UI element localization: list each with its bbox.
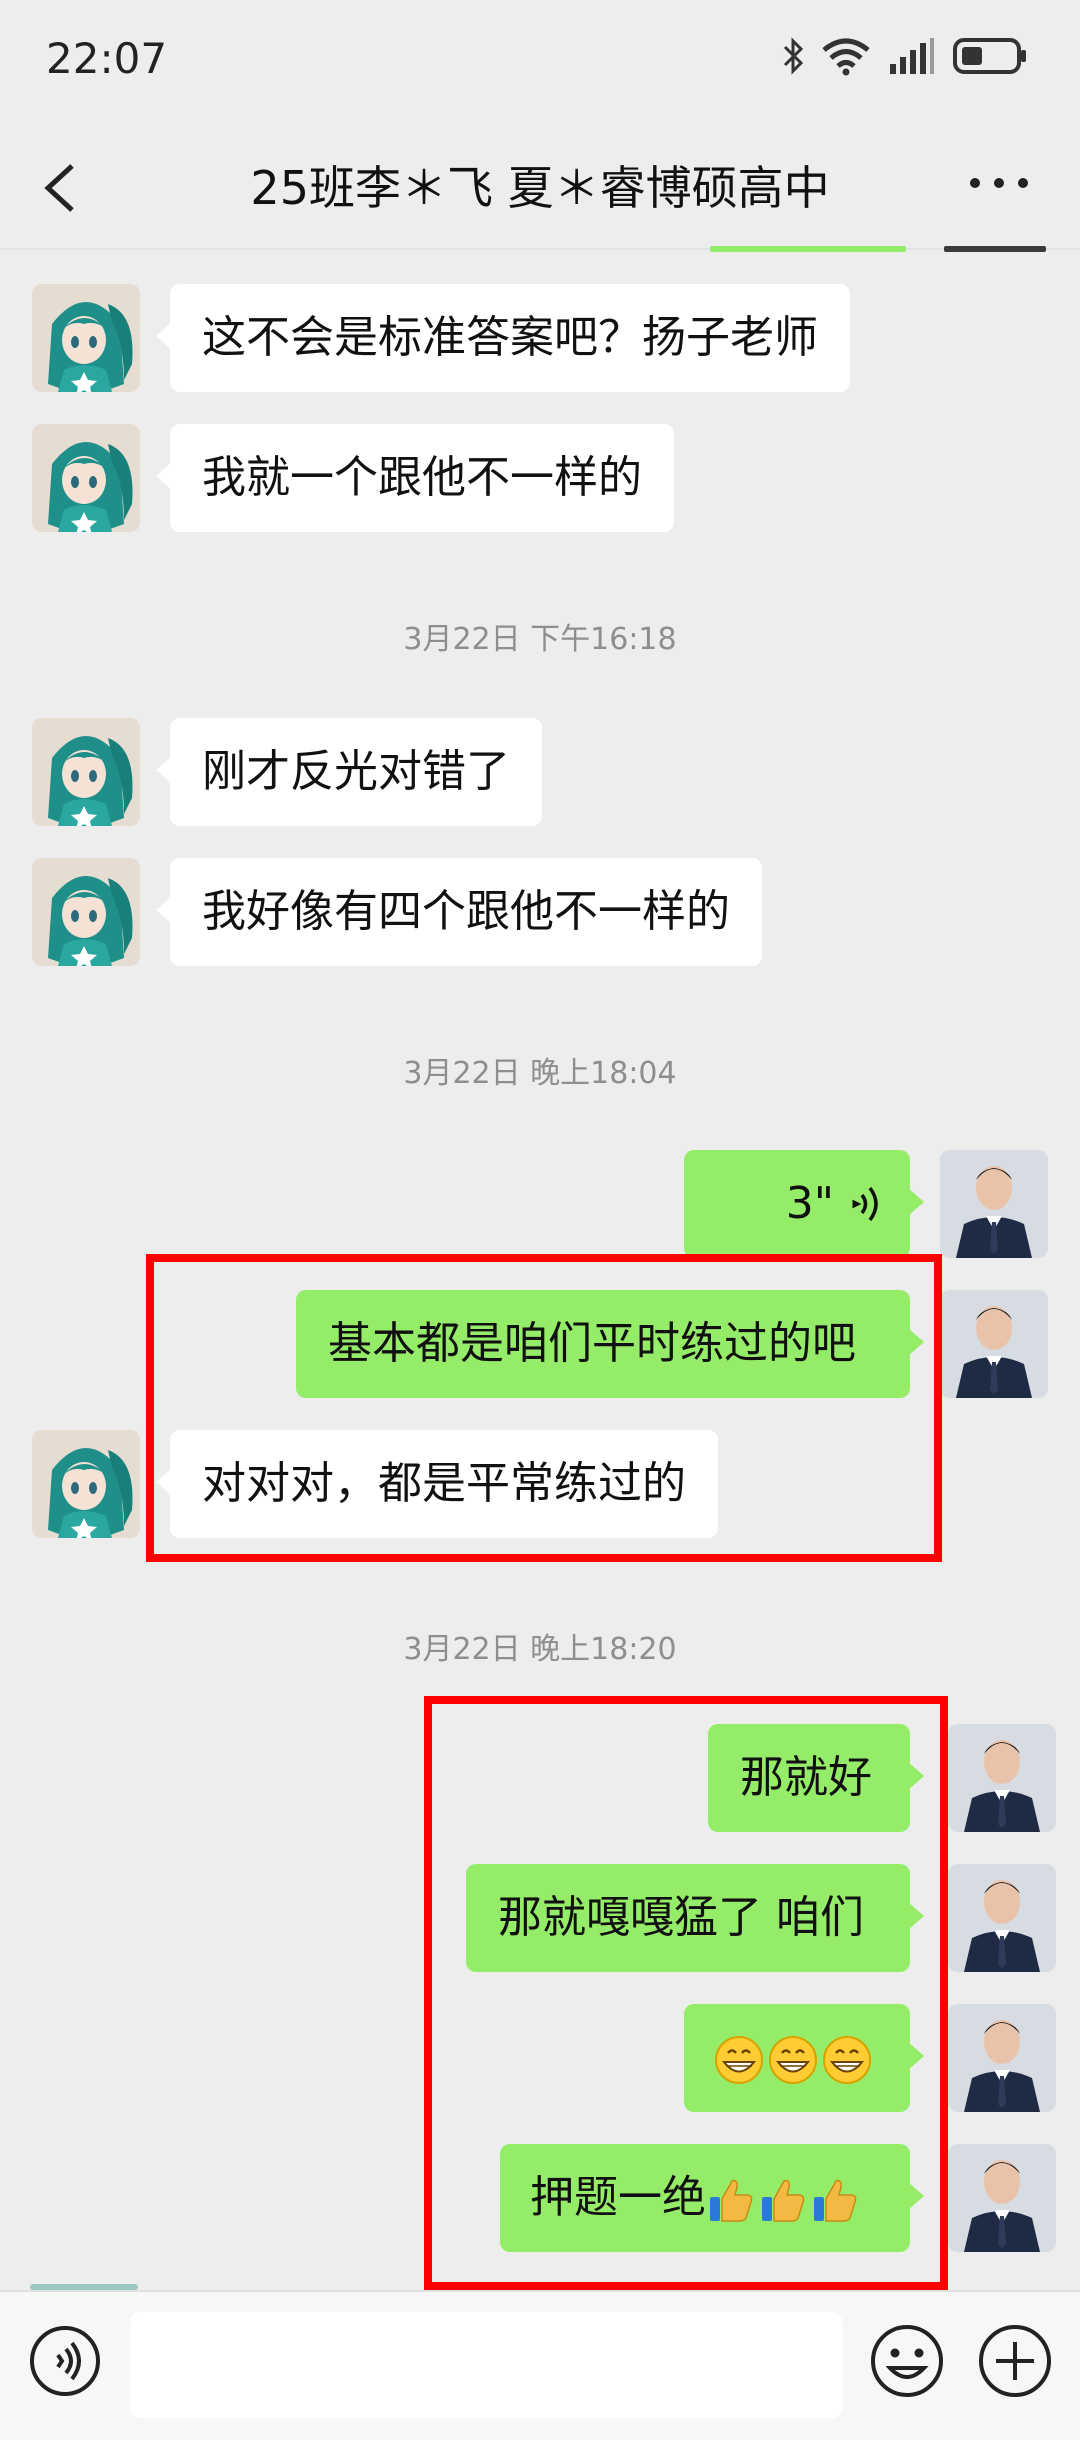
message-bubble-incoming[interactable]: 这不会是标准答案吧？扬子老师 [156,284,850,392]
message-timestamp: 3月22日 下午16:18 [403,622,677,657]
wifi-icon [822,38,870,76]
status-icons [782,36,1028,76]
message-timestamp: 3月22日 晚上18:04 [403,1056,677,1091]
smiley-icon [871,2325,943,2397]
self-avatar[interactable] [948,2004,1056,2112]
self-avatar[interactable] [948,2144,1056,2252]
chevron-left-icon [44,164,74,212]
message-bubble-outgoing[interactable]: 那就嘎嘎猛了 咱们 [466,1864,924,1972]
chat-header: 25班李＊飞 夏＊睿博硕高中 [0,120,1080,250]
message-timestamp: 3月22日 晚上18:20 [403,1632,677,1667]
plus-icon [979,2325,1051,2397]
message-bubble-incoming[interactable]: 刚才反光对错了 [156,718,542,826]
self-avatar[interactable] [948,1724,1056,1832]
grin-icon [768,2035,818,2085]
self-avatar[interactable] [940,1150,1048,1258]
status-bar: 22:07 [0,0,1080,120]
voice-duration: 3" [785,1178,834,1229]
sender-avatar[interactable] [32,858,140,966]
message-bubble-outgoing[interactable]: 那就好 [708,1724,924,1832]
sender-avatar[interactable] [32,1430,140,1538]
self-avatar[interactable] [948,1864,1056,1972]
thumbs-up-icon [758,2175,808,2225]
emoji-message-bubble[interactable] [684,2004,924,2112]
more-options-button[interactable] [970,178,1030,194]
thumbs-up-icon [810,2175,860,2225]
grin-icon [822,2035,872,2085]
sender-avatar[interactable] [32,284,140,392]
more-functions-button[interactable] [976,2322,1054,2400]
previous-avatar-edge [944,246,1046,252]
voice-mode-icon [30,2326,100,2396]
thumbs-up-icon [706,2175,756,2225]
grin-icon [714,2035,764,2085]
message-bubble-incoming[interactable]: 我好像有四个跟他不一样的 [156,858,762,966]
input-bar [0,2290,1080,2440]
message-input[interactable] [130,2312,842,2418]
message-text: 押题一绝 [530,2172,706,2223]
voice-wave-icon [852,1186,878,1222]
sender-avatar[interactable] [32,424,140,532]
bluetooth-icon [783,37,804,75]
back-button[interactable] [36,160,86,216]
header-divider [0,248,1080,250]
voice-input-button[interactable] [28,2324,102,2398]
sender-avatar[interactable] [32,718,140,826]
self-avatar[interactable] [940,1290,1048,1398]
chat-title: 25班李＊飞 夏＊睿博硕高中 [250,161,830,215]
message-bubble-outgoing[interactable]: 押题一绝 [500,2144,924,2252]
status-time: 22:07 [46,34,168,83]
emoji-button[interactable] [868,2322,946,2400]
message-bubble-incoming[interactable]: 我就一个跟他不一样的 [156,424,674,532]
message-bubble-incoming[interactable]: 对对对，都是平常练过的 [156,1430,718,1538]
signal-icon [890,38,934,74]
battery-icon [953,38,1026,74]
previous-bubble-edge [710,246,906,252]
voice-message-bubble[interactable]: 3" [684,1150,924,1258]
message-bubble-outgoing[interactable]: 基本都是咱们平时练过的吧 [296,1290,924,1398]
